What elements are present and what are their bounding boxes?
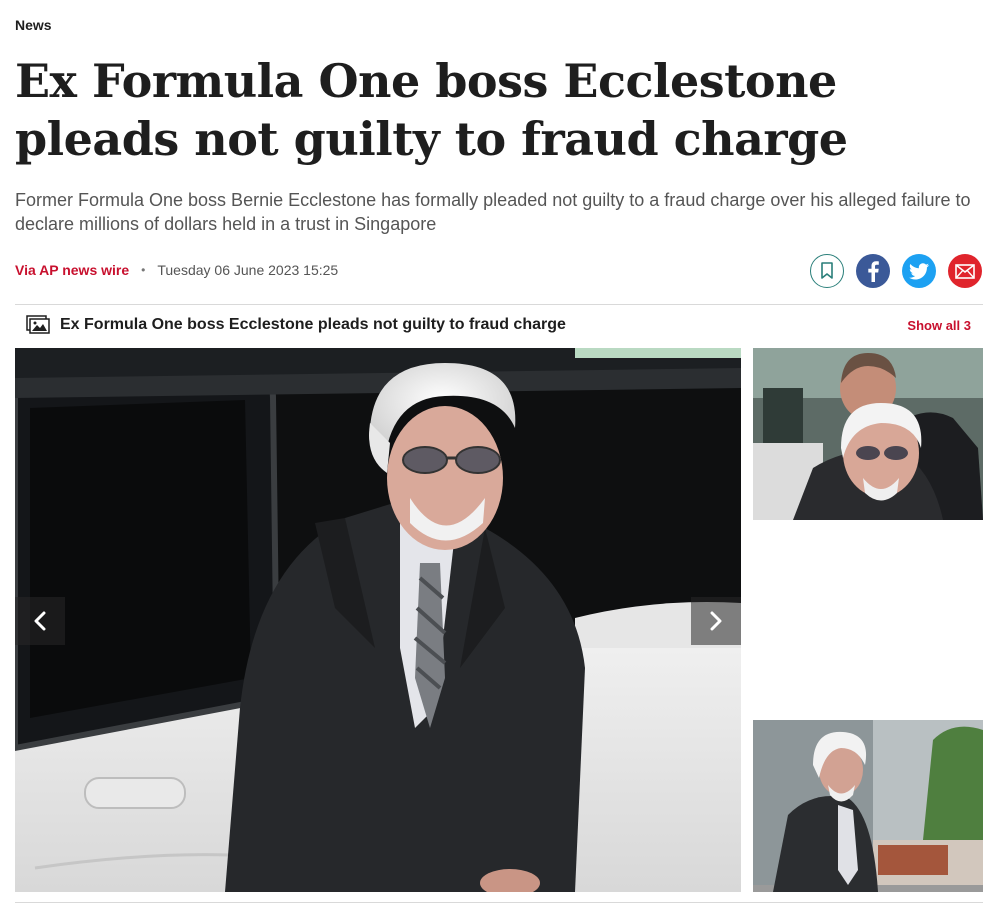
thumbnail-photo xyxy=(753,348,983,520)
section-label[interactable]: News xyxy=(15,17,52,33)
byline-separator: • xyxy=(141,263,146,277)
top-divider xyxy=(15,304,983,305)
email-share-button[interactable] xyxy=(948,254,982,288)
bookmark-button[interactable] xyxy=(810,254,844,288)
byline: Via AP news wire • Tuesday 06 June 2023 … xyxy=(15,260,338,280)
gallery-prev-button[interactable] xyxy=(15,597,65,645)
chevron-left-icon xyxy=(34,611,46,631)
article-standfirst: Former Formula One boss Bernie Eccleston… xyxy=(15,190,971,234)
gallery-next-button[interactable] xyxy=(691,597,741,645)
facebook-icon xyxy=(868,261,879,282)
twitter-icon xyxy=(909,262,929,279)
gallery-thumbnail-2[interactable] xyxy=(753,720,983,892)
facebook-share-button[interactable] xyxy=(856,254,890,288)
chevron-right-icon xyxy=(710,611,722,631)
gallery-icon xyxy=(26,315,50,334)
twitter-share-button[interactable] xyxy=(902,254,936,288)
ecclestone-photo xyxy=(15,348,741,892)
share-buttons xyxy=(810,254,982,288)
gallery-thumbnail-1[interactable] xyxy=(753,348,983,520)
gallery-header: Ex Formula One boss Ecclestone pleads no… xyxy=(26,313,971,337)
email-icon xyxy=(955,263,975,279)
gallery-title: Ex Formula One boss Ecclestone pleads no… xyxy=(60,316,566,333)
bottom-divider xyxy=(15,902,983,903)
gallery-main-photo[interactable] xyxy=(15,348,741,892)
byline-author[interactable]: Via AP news wire xyxy=(15,262,129,278)
gallery-title-row: Ex Formula One boss Ecclestone pleads no… xyxy=(26,315,566,335)
publish-date: Tuesday 06 June 2023 15:25 xyxy=(157,262,339,278)
show-all-link[interactable]: Show all 3 xyxy=(907,318,971,333)
page-title: Ex Formula One boss Ecclestone pleads no… xyxy=(15,54,848,166)
thumbnail-photo xyxy=(753,720,983,892)
bookmark-icon xyxy=(821,262,833,279)
